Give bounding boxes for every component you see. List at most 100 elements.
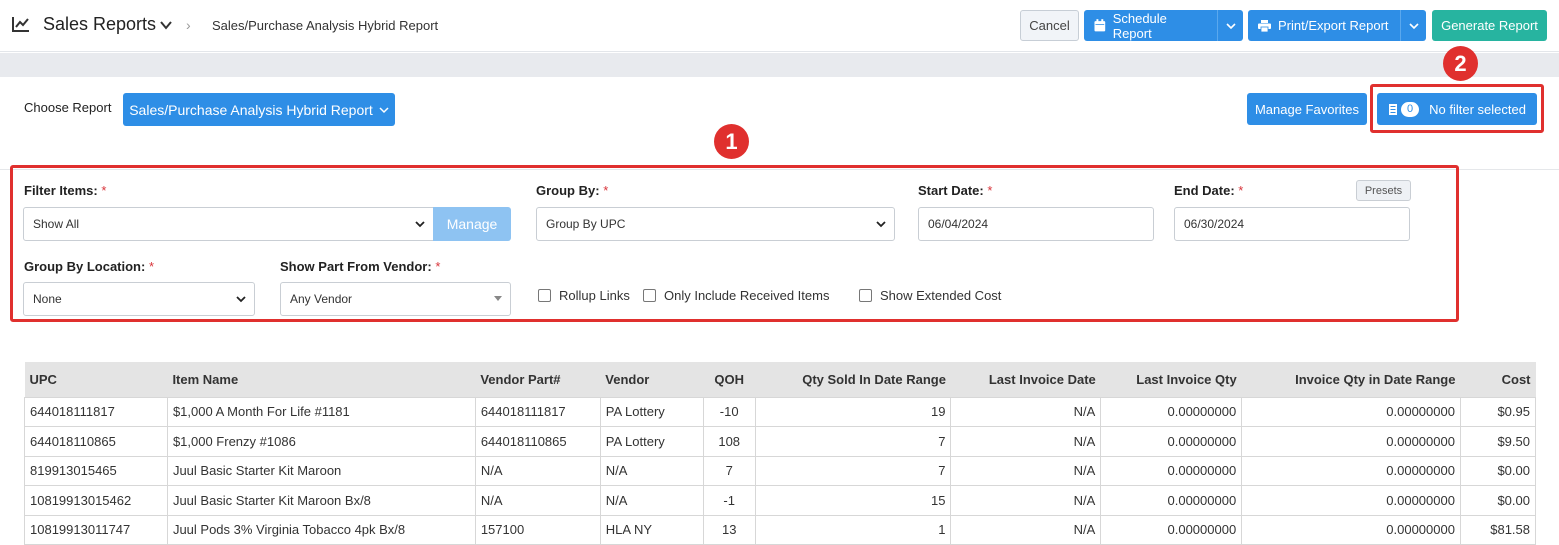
vendor-value: Any Vendor [290,292,353,306]
print-export-label: Print/Export Report [1278,18,1389,33]
vendor-select[interactable]: Any Vendor [280,282,511,316]
print-export-button[interactable]: Print/Export Report [1248,10,1400,41]
rollup-links-label: Rollup Links [559,288,630,303]
table-cell: 13 [702,514,756,545]
only-received-items-label: Only Include Received Items [664,288,830,303]
show-extended-cost-checkbox[interactable]: Show Extended Cost [859,288,1001,303]
table-cell: N/A [599,455,704,486]
line-chart-icon [12,17,29,32]
chevron-down-icon[interactable] [159,18,173,32]
table-cell: 10819913011747 [24,514,168,545]
table-cell: $0.95 [1459,396,1537,427]
checkbox-box[interactable] [538,289,551,302]
table-cell: 7 [754,426,952,457]
column-header[interactable]: Last Invoice Date [950,362,1101,397]
table-cell: $1,000 A Month For Life #1181 [166,396,476,427]
schedule-report-button[interactable]: Schedule Report [1084,10,1217,41]
table-cell: N/A [950,514,1102,545]
column-header[interactable]: Item Name [167,362,476,397]
table-cell: 0.00000000 [1241,485,1461,516]
step-marker-2: 2 [1443,46,1478,81]
table-cell: 819913015465 [24,455,168,486]
table-cell: Juul Basic Starter Kit Maroon [166,455,476,486]
group-by-label-text: Group By: [536,183,600,198]
table-cell: -1 [702,485,756,516]
table-cell: N/A [474,455,601,486]
column-header[interactable]: Invoice Qty in Date Range [1241,362,1461,397]
cancel-button[interactable]: Cancel [1020,10,1079,41]
table-cell: 0.00000000 [1100,485,1243,516]
choose-report-dropdown[interactable]: Sales/Purchase Analysis Hybrid Report [123,93,395,126]
table-row: 10819913011747 Juul Pods 3% Virginia Tob… [24,514,1537,545]
checkbox-box[interactable] [859,289,872,302]
table-row: 10819913015462 Juul Basic Starter Kit Ma… [24,485,1537,516]
table-cell: 644018111817 [474,396,601,427]
table-cell: PA Lottery [599,396,704,427]
choose-report-label: Choose Report [24,100,112,115]
table-cell: 644018111817 [24,396,168,427]
date-presets-button[interactable]: Presets [1356,180,1411,201]
table-cell: 19 [754,396,952,427]
page-title[interactable]: Sales Reports [43,14,156,35]
rollup-links-checkbox[interactable]: Rollup Links [538,288,630,303]
start-date-value: 06/04/2024 [928,217,989,231]
table-cell: N/A [599,485,704,516]
required-asterisk: * [101,183,107,198]
chevron-down-icon [236,296,246,303]
required-asterisk: * [1238,183,1244,198]
column-header[interactable]: Last Invoice Qty [1100,362,1242,397]
manage-filter-button[interactable]: Manage [433,207,511,241]
report-table: UPC Item Name Vendor Part# Vendor QOH Qt… [24,362,1537,545]
column-header[interactable]: UPC [24,362,168,397]
column-header[interactable]: Vendor [600,362,704,397]
table-cell: -10 [702,396,756,427]
end-date-value: 06/30/2024 [1184,217,1245,231]
chevron-down-icon [379,106,389,113]
print-export-dropdown[interactable] [1400,10,1426,41]
column-header[interactable]: Vendor Part# [475,362,601,397]
table-cell: 644018110865 [474,426,601,457]
chevron-down-icon [1225,22,1236,29]
group-by-location-select[interactable]: None [23,282,255,316]
schedule-report-split-button: Schedule Report [1084,10,1243,41]
chevron-down-icon [415,221,425,228]
table-cell: 0.00000000 [1241,514,1461,545]
filter-items-label-text: Filter Items: [24,183,98,198]
column-header[interactable]: Qty Sold In Date Range [755,362,951,397]
schedule-report-label: Schedule Report [1112,10,1167,41]
table-cell: 10819913015462 [24,485,168,516]
checkbox-box[interactable] [643,289,656,302]
column-header[interactable]: QOH [703,362,756,397]
breadcrumb: Sales/Purchase Analysis Hybrid Report [212,18,439,33]
table-row: 644018110865 $1,000 Frenzy #1086 6440181… [24,426,1537,457]
step-marker-1: 1 [714,124,749,159]
table-cell: Juul Basic Starter Kit Maroon Bx/8 [166,485,476,516]
start-date-label: Start Date: * [918,183,992,198]
table-cell: N/A [950,455,1102,486]
required-asterisk: * [987,183,993,198]
generate-report-button[interactable]: Generate Report [1432,10,1547,41]
chevron-down-icon [1408,22,1419,29]
table-cell: Juul Pods 3% Virginia Tobacco 4pk Bx/8 [166,514,476,545]
print-export-split-button: Print/Export Report [1248,10,1426,41]
filter-items-select[interactable]: Show All [23,207,434,241]
manage-favorites-button[interactable]: Manage Favorites [1247,93,1367,125]
schedule-report-dropdown[interactable] [1217,10,1243,41]
table-cell: 108 [702,426,756,457]
table-cell: $81.58 [1459,514,1537,545]
required-asterisk: * [148,259,155,274]
table-cell: 0.00000000 [1100,426,1243,457]
end-date-input[interactable]: 06/30/2024 [1174,207,1410,241]
table-row: 819913015465 Juul Basic Starter Kit Maro… [24,455,1537,486]
selected-report-label: Sales/Purchase Analysis Hybrid Report [129,101,373,118]
table-cell: 644018110865 [24,426,168,457]
table-cell: N/A [950,426,1102,457]
filter-items-label: Filter Items: * [24,183,106,198]
only-received-items-checkbox[interactable]: Only Include Received Items [643,288,829,303]
filter-items-value: Show All [33,217,80,231]
column-header[interactable]: Cost [1460,362,1536,397]
table-header-row: UPC Item Name Vendor Part# Vendor QOH Qt… [24,362,1536,397]
start-date-input[interactable]: 06/04/2024 [918,207,1154,241]
group-by-select[interactable]: Group By UPC [536,207,895,241]
show-part-from-vendor-label-text: Show Part From Vendor: [280,259,432,274]
